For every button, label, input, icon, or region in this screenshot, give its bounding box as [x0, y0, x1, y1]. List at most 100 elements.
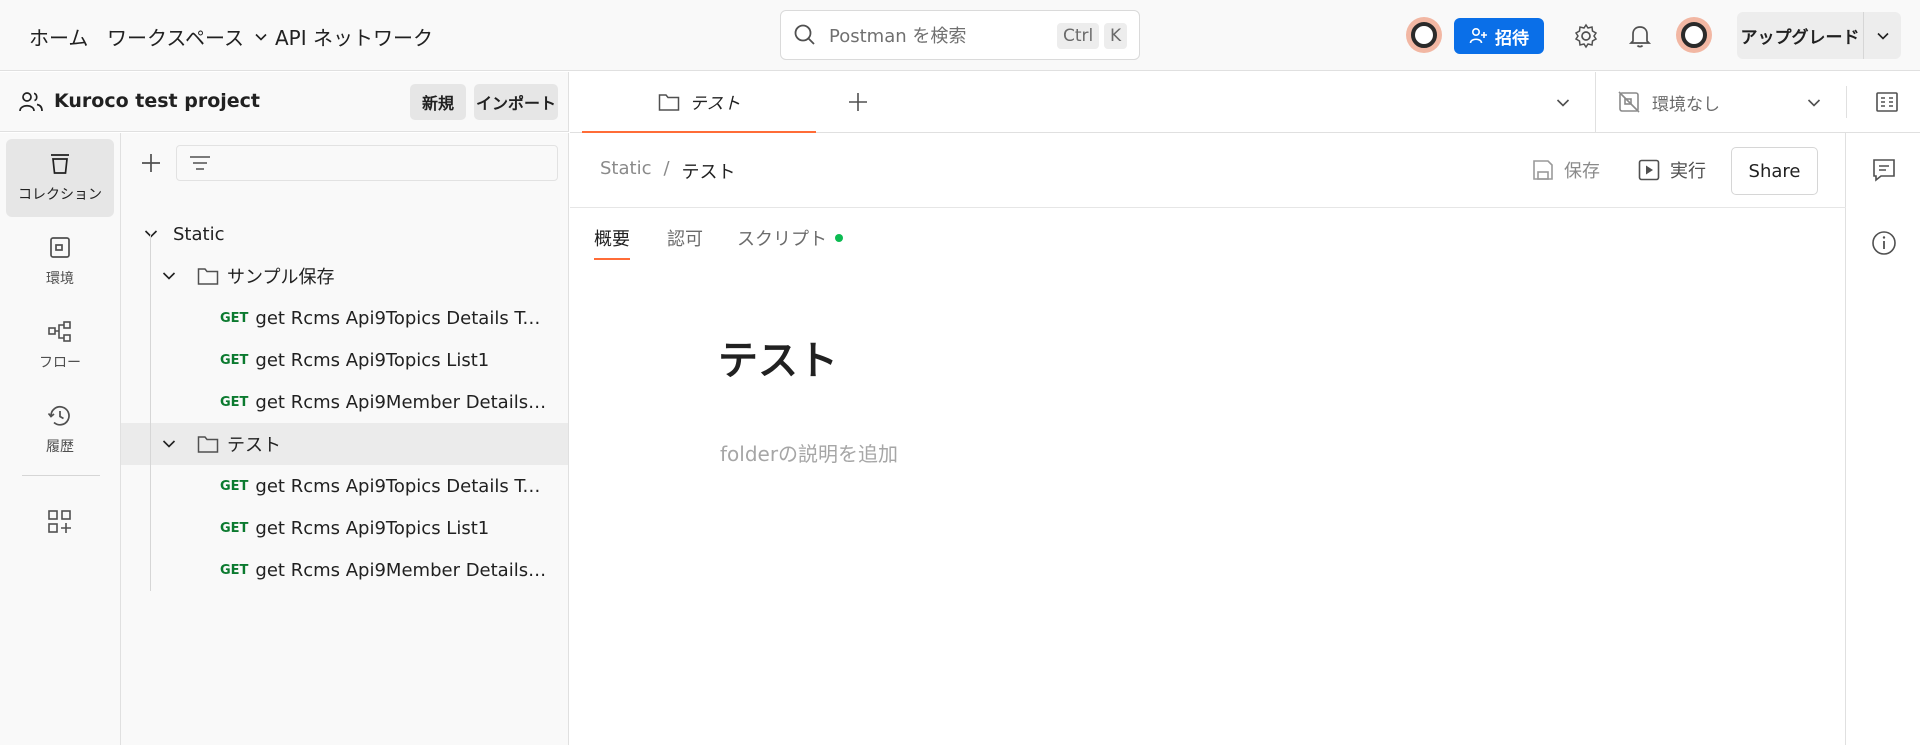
main-panel: Static / テスト 保存 実行 Share 概要 認可 スクリプト テスト…	[570, 133, 1846, 745]
folder-name: テスト	[227, 435, 281, 456]
plus-icon[interactable]	[141, 153, 161, 173]
workspace-header: Kuroco test project 新規 インポート	[0, 72, 569, 132]
sidebar-item-environments[interactable]: 環境	[6, 223, 114, 301]
invite-button[interactable]: 招待	[1454, 18, 1544, 54]
request-item[interactable]: GET get Rcms Api9Topics Details Top...	[121, 297, 568, 339]
folder-name: サンプル保存	[227, 267, 335, 288]
folder-item[interactable]: サンプル保存	[121, 255, 568, 297]
sidebar-item-collections[interactable]: コレクション	[6, 139, 114, 217]
nav-workspaces-label: ワークスペース	[107, 26, 244, 50]
save-icon	[1532, 159, 1554, 181]
folder-item[interactable]: テスト	[121, 423, 568, 465]
run-label: 実行	[1670, 161, 1706, 182]
method-badge: GET	[220, 478, 249, 494]
filter-icon	[189, 154, 211, 174]
tab-overview[interactable]: 概要	[594, 225, 630, 251]
sidebar-rail: コレクション 環境 フロー 履歴	[0, 133, 121, 745]
collection-static[interactable]: Static	[121, 213, 568, 255]
invite-label: 招待	[1495, 28, 1529, 49]
search-box[interactable]: Postman を検索 Ctrl K	[780, 10, 1140, 60]
request-item[interactable]: GET get Rcms Api9Topics List1	[121, 339, 568, 381]
description-field[interactable]: folderの説明を追加	[720, 438, 898, 467]
chevron-down-icon	[254, 30, 268, 44]
request-name: get Rcms Api9Topics List1	[255, 349, 490, 371]
top-bar: ホーム ワークスペース API ネットワーク Postman を検索 Ctrl …	[0, 0, 1920, 71]
add-apps-icon[interactable]	[47, 509, 73, 535]
user-plus-icon	[1469, 27, 1487, 45]
folder-icon	[658, 92, 680, 112]
chevron-down-icon[interactable]	[1555, 95, 1571, 111]
gear-icon[interactable]	[1572, 22, 1600, 50]
method-badge: GET	[220, 562, 249, 578]
bell-icon[interactable]	[1626, 22, 1654, 50]
tab-scripts-label: スクリプト	[737, 229, 827, 250]
breadcrumb-separator: /	[663, 158, 670, 179]
chevron-down-icon[interactable]	[161, 268, 177, 284]
share-button[interactable]: Share	[1731, 147, 1818, 195]
user-avatar[interactable]	[1676, 17, 1712, 53]
method-badge: GET	[220, 352, 249, 368]
tree-guide-line	[150, 235, 151, 591]
collections-icon	[48, 152, 72, 176]
request-name: get Rcms Api9Member Details M...	[255, 559, 550, 581]
save-button[interactable]: 保存	[1532, 157, 1600, 183]
nav-workspaces[interactable]: ワークスペース	[107, 22, 268, 51]
team-icon	[18, 90, 44, 114]
request-item[interactable]: GET get Rcms Api9Member Details M...	[121, 549, 568, 591]
request-name: get Rcms Api9Member Details M...	[255, 391, 550, 413]
run-button[interactable]: 実行	[1638, 157, 1706, 183]
shortcut-ctrl: Ctrl	[1057, 23, 1100, 49]
request-item[interactable]: GET get Rcms Api9Topics List1	[121, 507, 568, 549]
upgrade-label: アップグレード	[1740, 28, 1860, 48]
nav-api-network[interactable]: API ネットワーク	[275, 22, 433, 51]
tab-folder[interactable]: テスト	[582, 72, 816, 133]
collection-tree: Static サンプル保存 GET get Rcms Api9Topics De…	[121, 133, 569, 745]
filter-input[interactable]	[176, 145, 558, 181]
request-name: get Rcms Api9Topics Details Top...	[255, 307, 550, 329]
rail-divider	[22, 475, 100, 476]
import-button[interactable]: インポート	[474, 84, 558, 120]
breadcrumb-collection[interactable]: Static	[600, 158, 651, 184]
tab-scripts[interactable]: スクリプト	[737, 225, 843, 251]
request-name: get Rcms Api9Topics List1	[255, 517, 490, 539]
collection-name: Static	[173, 223, 225, 245]
history-icon	[47, 404, 73, 428]
workspace-title: Kuroco test project	[54, 90, 261, 112]
tab-authorization[interactable]: 認可	[667, 225, 703, 251]
new-button[interactable]: 新規	[410, 84, 466, 120]
folder-icon	[197, 266, 219, 286]
info-icon[interactable]	[1871, 230, 1897, 256]
tab-bar: テスト 環境なし	[570, 72, 1920, 133]
new-tab-icon[interactable]	[848, 92, 868, 112]
request-item[interactable]: GET get Rcms Api9Topics Details Top...	[121, 465, 568, 507]
chevron-down-icon[interactable]	[143, 226, 159, 242]
sidebar-item-history[interactable]: 履歴	[6, 391, 114, 469]
request-item[interactable]: GET get Rcms Api9Member Details M...	[121, 381, 568, 423]
search-icon	[793, 23, 817, 47]
environment-quick-look-icon[interactable]	[1875, 90, 1899, 114]
chevron-down-icon[interactable]	[1864, 29, 1901, 43]
sidebar-item-label: 履歴	[46, 439, 74, 455]
sidebar-item-label: フロー	[39, 355, 81, 371]
page-title[interactable]: テスト	[718, 328, 838, 386]
method-badge: GET	[220, 394, 249, 410]
breadcrumb: Static / テスト	[600, 158, 736, 184]
environment-selector[interactable]: 環境なし	[1652, 90, 1720, 115]
upgrade-button[interactable]: アップグレード	[1737, 12, 1901, 59]
folder-icon	[197, 434, 219, 454]
sidebar-item-flows[interactable]: フロー	[6, 307, 114, 385]
chevron-down-icon[interactable]	[1806, 95, 1822, 111]
avatar[interactable]	[1406, 17, 1442, 53]
nav-home[interactable]: ホーム	[29, 22, 88, 51]
sidebar-item-label: 環境	[46, 271, 74, 287]
method-badge: GET	[220, 310, 249, 326]
search-placeholder: Postman を検索	[829, 26, 967, 47]
play-icon	[1638, 159, 1660, 181]
flows-icon	[47, 320, 73, 344]
method-badge: GET	[220, 520, 249, 536]
sidebar-item-label: コレクション	[18, 187, 102, 203]
environment-icon	[48, 236, 72, 260]
comments-icon[interactable]	[1871, 157, 1897, 183]
request-name: get Rcms Api9Topics Details Top...	[255, 475, 550, 497]
chevron-down-icon[interactable]	[161, 436, 177, 452]
